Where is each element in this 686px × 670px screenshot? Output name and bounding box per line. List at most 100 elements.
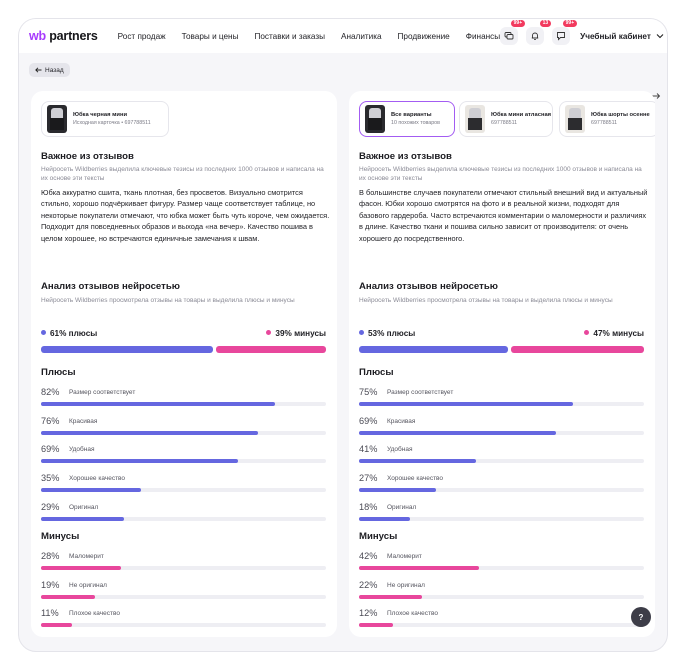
stat-track — [41, 488, 326, 493]
stat-label: Удобная — [387, 446, 413, 454]
arrow-left-icon — [35, 67, 42, 73]
minus-bar-segment — [511, 346, 644, 353]
product-subtitle: 697788511 — [591, 120, 618, 126]
minuses-title: Минусы — [41, 531, 80, 542]
product-card-skort[interactable]: Юбка шорты осенне 697788511 — [559, 101, 655, 137]
product-subtitle: Исходная карточка • 697788511 — [73, 120, 151, 126]
stat-label: Красивая — [387, 417, 416, 425]
stat-track — [41, 594, 326, 599]
stat-percent: 18% — [359, 501, 378, 512]
stat-percent: 42% — [359, 551, 378, 561]
stat-track — [359, 430, 644, 435]
stat-row: 29% Оригинал — [41, 502, 326, 524]
stat-label: Красивая — [69, 417, 98, 425]
stat-percent: 76% — [41, 415, 60, 426]
stat-fill-bar — [359, 594, 422, 599]
stat-row: 69% Удобная — [41, 444, 326, 466]
product-name: Юбка мини атласная — [491, 112, 552, 118]
product-subtitle: 10 похожих товаров — [391, 120, 440, 126]
minus-bar-segment — [216, 346, 326, 353]
nav-item-analytics[interactable]: Аналитика — [341, 32, 382, 41]
stat-fill-bar — [41, 402, 275, 406]
stat-track — [41, 430, 326, 435]
stat-fill-bar — [359, 566, 479, 570]
nav-item-supplies-orders[interactable]: Поставки и заказы — [254, 32, 325, 41]
stat-label: Не оригинал — [69, 581, 107, 589]
plus-dot-icon — [359, 330, 364, 335]
product-thumbnail — [47, 105, 67, 133]
chat-button[interactable]: 99+ — [500, 20, 526, 45]
plus-share-label: 53% плюсы — [368, 329, 416, 338]
stat-percent: 41% — [359, 444, 378, 455]
stat-fill-bar — [41, 459, 238, 464]
plus-minus-summary: 61% плюсы 39% минусы — [41, 329, 326, 339]
stat-row: 19% Не оригинал — [41, 580, 326, 602]
stat-label: Маломерит — [69, 553, 104, 560]
stat-percent: 19% — [41, 579, 60, 590]
product-subtitle: 697788511 — [491, 120, 518, 126]
stat-fill-bar — [41, 488, 141, 493]
notifications-badge: 13 — [539, 20, 552, 27]
product-name: Юбка шорты осенне — [591, 112, 650, 118]
analysis-title: Анализ отзывов нейросетью — [359, 281, 498, 292]
notifications-button[interactable]: 13 — [526, 20, 552, 45]
stat-label: Маломерит — [387, 553, 422, 560]
plus-share-label: 61% плюсы — [50, 329, 98, 338]
stat-label: Плохое качество — [69, 610, 120, 618]
messages-button[interactable]: 99+ — [552, 20, 578, 45]
stat-fill-bar — [41, 516, 124, 521]
stat-percent: 35% — [41, 473, 60, 484]
stat-percent: 22% — [359, 579, 378, 590]
stat-track — [41, 402, 326, 406]
stat-row: 11% Плохое качество — [41, 608, 326, 630]
help-button[interactable]: ? — [631, 607, 651, 627]
stat-label: Оригинал — [387, 503, 417, 511]
stat-percent: 28% — [41, 551, 60, 561]
nav-item-promotion[interactable]: Продвижение — [398, 32, 450, 41]
stat-track — [359, 594, 644, 599]
stat-row: 35% Хорошее качество — [41, 473, 326, 495]
stat-percent: 11% — [41, 608, 59, 619]
comparison-panel-right: Все варианты 10 похожих товаров Юбка мин… — [349, 91, 655, 637]
stat-fill-bar — [359, 516, 411, 521]
stat-label: Оригинал — [69, 503, 99, 511]
product-card-all-variants[interactable]: Все варианты 10 похожих товаров — [359, 101, 455, 137]
stat-label: Удобная — [69, 446, 95, 454]
stat-row: 12% Плохое качество — [359, 608, 644, 630]
minus-share: 39% минусы — [266, 329, 326, 338]
back-label: Назад — [45, 66, 64, 74]
stat-percent: 82% — [41, 387, 60, 397]
product-card-source[interactable]: Юбка черная мини Исходная карточка • 697… — [41, 101, 169, 137]
plus-bar-segment — [359, 346, 509, 353]
product-thumbnail — [365, 105, 385, 133]
product-thumbnail — [465, 105, 485, 133]
stat-fill-bar — [41, 430, 258, 435]
stat-label: Плохое качество — [387, 610, 438, 618]
analysis-title: Анализ отзывов нейросетью — [41, 281, 180, 292]
stat-label: Размер соответствует — [69, 389, 136, 396]
plus-minus-summary: 53% плюсы 47% минусы — [359, 329, 644, 339]
stat-row: 41% Удобная — [359, 444, 644, 466]
stat-percent: 29% — [41, 501, 60, 512]
wb-partners-logo[interactable]: wb partners — [29, 29, 98, 43]
nav-item-finance[interactable]: Финансы — [466, 32, 500, 41]
back-button[interactable]: Назад — [29, 63, 70, 77]
plus-dot-icon — [41, 330, 46, 335]
stat-row: 18% Оригинал — [359, 502, 644, 524]
chat-badge: 99+ — [510, 20, 526, 27]
cabinet-label: Учебный кабинет — [580, 31, 651, 41]
nav-item-growth[interactable]: Рост продаж — [118, 32, 166, 41]
plus-minus-bar — [359, 346, 644, 353]
bell-icon — [531, 32, 539, 40]
main-nav: Рост продаж Товары и цены Поставки и зак… — [118, 32, 500, 41]
product-card-satin-mini[interactable]: Юбка мини атласная 697788511 — [459, 101, 553, 137]
product-thumbnail — [565, 105, 585, 133]
pluses-title: Плюсы — [41, 367, 76, 378]
stat-fill-bar — [359, 623, 394, 628]
nav-item-goods-prices[interactable]: Товары и цены — [182, 32, 239, 41]
minus-share-label: 39% минусы — [275, 329, 326, 338]
cabinet-selector[interactable]: Учебный кабинет — [580, 32, 664, 41]
stat-track — [359, 516, 644, 521]
stat-label: Размер соответствует — [387, 389, 454, 396]
product-name: Юбка черная мини — [73, 112, 128, 118]
